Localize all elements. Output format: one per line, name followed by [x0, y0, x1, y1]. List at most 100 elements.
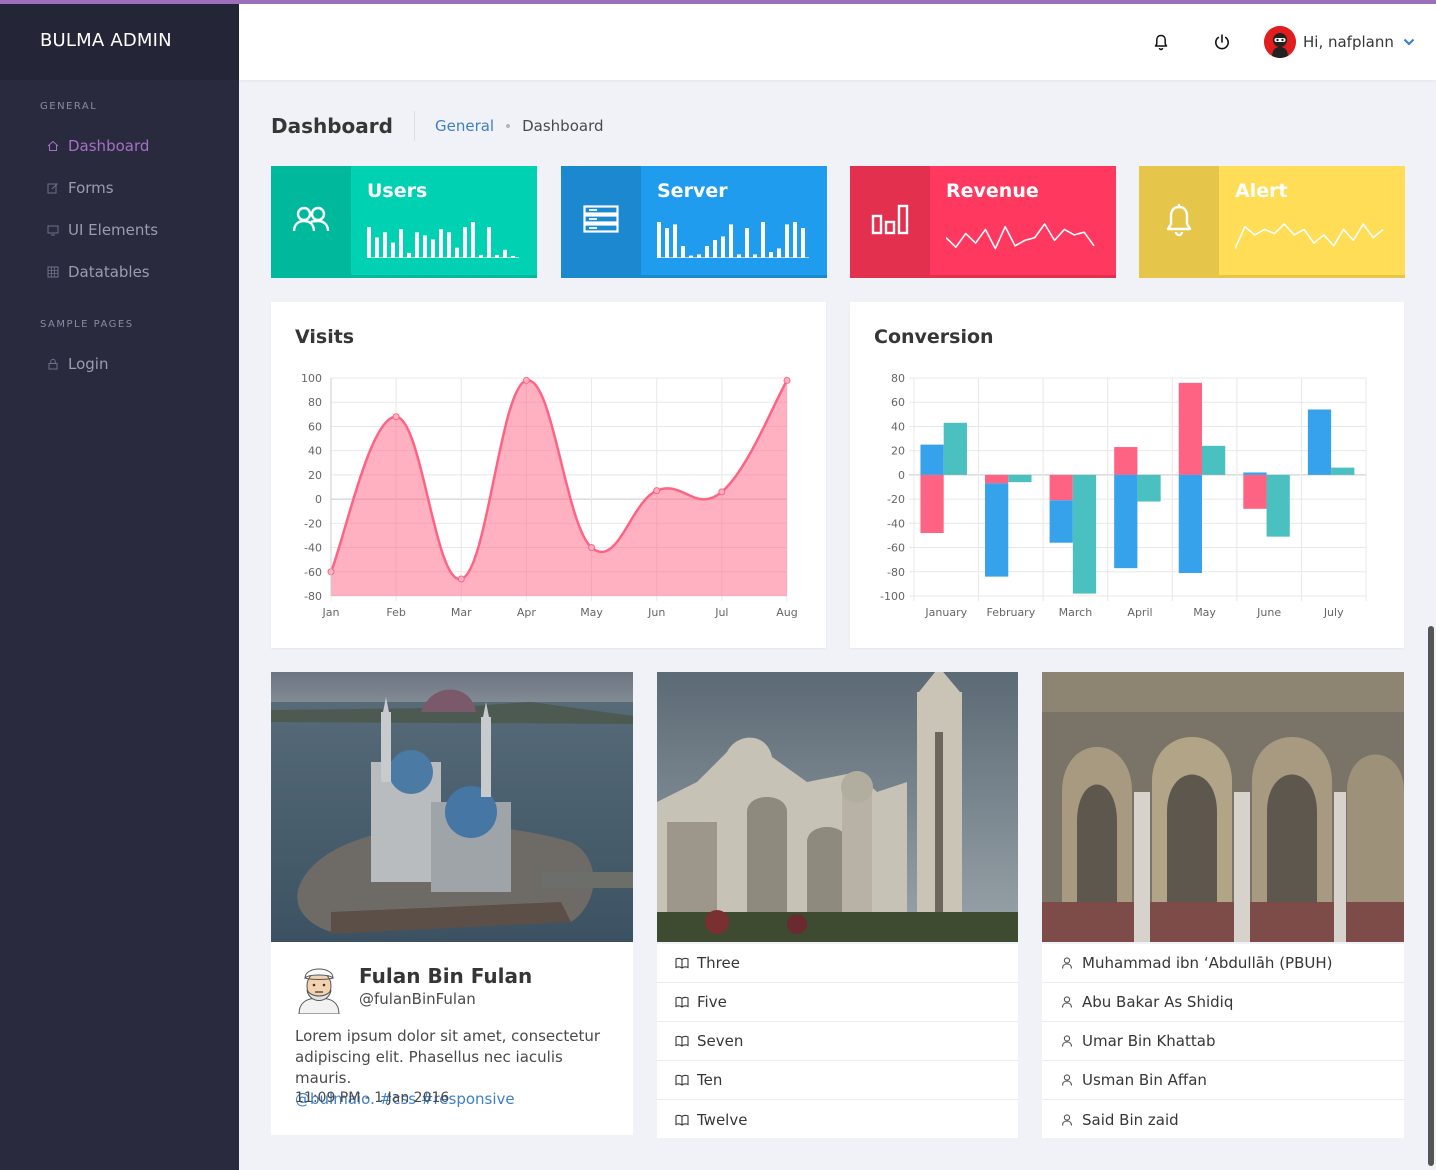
spark-line [1235, 223, 1384, 249]
conversion-bar[interactable] [1307, 409, 1332, 475]
user-icon [1060, 1113, 1074, 1127]
list-item[interactable]: Twelve [657, 1100, 1018, 1139]
conversion-bar[interactable] [1266, 474, 1290, 537]
list-item[interactable]: Umar Bin Khattab [1042, 1022, 1404, 1061]
book-list: Three Five Seven Ten Twelve [657, 944, 1018, 1139]
mosque-facade-image [657, 672, 1018, 942]
user-icon [1060, 956, 1074, 970]
bell-icon[interactable] [1151, 32, 1171, 52]
spark-bar [793, 222, 797, 258]
sidebar-item-login[interactable]: Login [0, 343, 239, 385]
conversion-bar[interactable] [1049, 474, 1073, 501]
x-tick-label: May [1193, 606, 1216, 619]
brand-logo[interactable]: BULMA ADMIN [0, 0, 239, 80]
conversion-bar[interactable] [1137, 474, 1161, 502]
sidebar: BULMA ADMIN GENERAL Dashboard Forms UI E… [0, 0, 239, 1170]
tile-body: Revenue [930, 166, 1116, 275]
tile-icon-box [271, 166, 351, 275]
x-tick-label: Jan [322, 606, 340, 619]
book-list-card: Three Five Seven Ten Twelve [657, 944, 1018, 1138]
conversion-bar[interactable] [1243, 472, 1267, 475]
spark-bar [471, 222, 475, 258]
conversion-bar[interactable] [1201, 445, 1226, 475]
list-item-label: Umar Bin Khattab [1082, 1032, 1216, 1050]
conversion-bar[interactable] [920, 474, 944, 534]
y-tick-label: 60 [891, 396, 905, 409]
y-tick-label: 20 [891, 445, 905, 458]
edit-icon [46, 182, 60, 194]
conversion-bar[interactable] [985, 483, 1009, 577]
user-icon [1060, 1073, 1074, 1087]
y-tick-label: -80 [304, 590, 322, 603]
conversion-bar[interactable] [1072, 474, 1097, 594]
list-item[interactable]: Said Bin zaid [1042, 1100, 1404, 1139]
conversion-bar[interactable] [985, 474, 1009, 484]
sidebar-item-forms[interactable]: Forms [0, 167, 239, 209]
users-sparkline [367, 222, 519, 258]
bar-chart-icon [871, 203, 909, 239]
sidebar-item-datatables[interactable]: Datatables [0, 251, 239, 293]
stat-tile-server[interactable]: Server [561, 166, 827, 278]
x-tick-label: Feb [386, 606, 405, 619]
list-item[interactable]: Five [657, 983, 1018, 1022]
spark-bar [399, 229, 403, 258]
book-open-icon [675, 1113, 689, 1127]
list-item[interactable]: Muhammad ibn ‘Abdullāh (PBUH) [1042, 944, 1404, 983]
y-tick-label: 80 [308, 396, 322, 409]
visits-chart[interactable]: 100 80 60 40 20 0 -20 -40 -60 -80Jan Feb Mar Apr May J… [271, 302, 826, 648]
book-open-icon [675, 995, 689, 1009]
visits-point[interactable] [718, 488, 726, 496]
profile-handle[interactable]: @fulanBinFulan [359, 990, 476, 1008]
tile-body: Alert [1219, 166, 1405, 275]
conversion-bar[interactable] [943, 422, 967, 475]
tile-title: Users [367, 180, 428, 202]
tile-icon-box [850, 166, 930, 275]
list-item[interactable]: Usman Bin Affan [1042, 1061, 1404, 1100]
y-tick-label: -20 [887, 493, 905, 506]
user-icon [1060, 1034, 1074, 1048]
y-tick-label: 0 [315, 493, 322, 506]
visits-point[interactable] [588, 544, 596, 552]
power-icon[interactable] [1212, 32, 1232, 52]
conversion-chart[interactable]: 80 60 40 20 0 -20 -40 -60 -80 -100 January February… [850, 302, 1404, 648]
conversion-bar[interactable] [1178, 474, 1202, 573]
list-item-label: Abu Bakar As Shidiq [1082, 993, 1234, 1011]
conversion-bar[interactable] [1049, 500, 1073, 543]
user-menu[interactable]: Hi, nafplann [1264, 26, 1416, 58]
list-item[interactable]: Seven [657, 1022, 1018, 1061]
spark-bar [705, 246, 709, 258]
list-item[interactable]: Ten [657, 1061, 1018, 1100]
conversion-bar[interactable] [920, 444, 944, 475]
stat-tile-revenue[interactable]: Revenue [850, 166, 1116, 278]
visits-point[interactable] [653, 487, 661, 495]
spark-bar [447, 232, 451, 258]
conversion-bar[interactable] [1178, 382, 1202, 475]
conversion-bar[interactable] [1114, 474, 1138, 569]
avatar [1264, 26, 1296, 58]
page-title: Dashboard [271, 114, 393, 138]
top-accent-line [0, 0, 1436, 4]
visits-point[interactable] [457, 575, 465, 583]
page-scrollbar[interactable] [1428, 626, 1434, 1166]
conversion-bar[interactable] [1331, 467, 1355, 475]
sidebar-item-dashboard[interactable]: Dashboard [0, 125, 239, 167]
list-item[interactable]: Abu Bakar As Shidiq [1042, 983, 1404, 1022]
stat-tile-users[interactable]: Users [271, 166, 537, 278]
breadcrumb-general[interactable]: General [435, 117, 494, 135]
visits-point[interactable] [392, 413, 400, 421]
spark-bar [383, 232, 387, 258]
conversion-bar[interactable] [1008, 474, 1032, 483]
spark-bar [423, 235, 427, 258]
sidebar-item-ui-elements[interactable]: UI Elements [0, 209, 239, 251]
spark-bar [673, 224, 677, 258]
spark-bar [665, 228, 669, 258]
list-item[interactable]: Three [657, 944, 1018, 983]
conversion-bar[interactable] [1114, 447, 1138, 475]
conversion-bar[interactable] [1243, 474, 1267, 509]
visits-point[interactable] [783, 376, 791, 384]
x-tick-label: May [580, 606, 603, 619]
visits-point[interactable] [522, 376, 530, 384]
stat-tile-alert[interactable]: Alert [1139, 166, 1405, 278]
y-tick-label: 20 [308, 469, 322, 482]
list-item-label: Usman Bin Affan [1082, 1071, 1207, 1089]
